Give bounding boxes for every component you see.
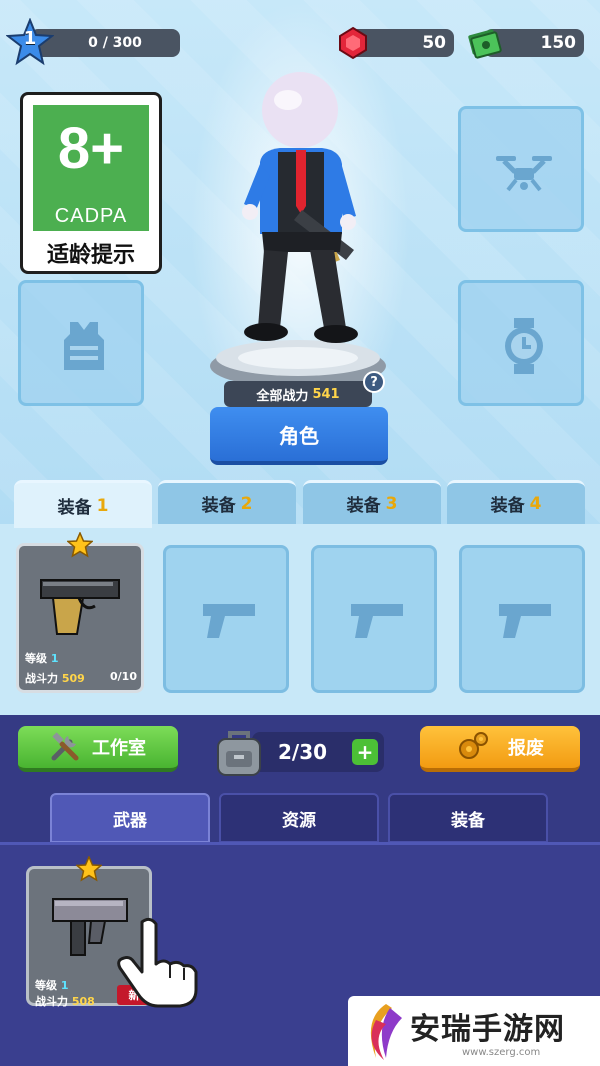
watermark-title: 安瑞手游网: [410, 1012, 565, 1047]
level-value: 1: [60, 979, 69, 992]
power-value: 508: [71, 995, 95, 1008]
tab-equipment[interactable]: 装备: [388, 793, 548, 843]
power-value: 509: [61, 672, 85, 685]
tab-loadout-1[interactable]: 装备 1: [14, 480, 152, 528]
tab-number: 3: [385, 493, 398, 514]
tab-loadout-4[interactable]: 装备 4: [447, 480, 585, 524]
cash-icon: [468, 29, 502, 59]
watermark-logo-icon: [370, 1004, 402, 1060]
backpack-icon: [217, 731, 261, 776]
gears-icon: [459, 732, 488, 759]
scrap-button[interactable]: 报废: [420, 726, 580, 772]
capacity-text: 2/30: [278, 740, 328, 764]
watermark: 安瑞手游网 www.szerg.com: [348, 996, 600, 1066]
vest-icon: [64, 322, 104, 370]
tab-label: 装备: [57, 498, 92, 518]
watermark-url: www.szerg.com: [462, 1047, 541, 1058]
pistol-icon: [40, 579, 120, 635]
empty-weapon-slot[interactable]: [311, 545, 437, 693]
workshop-label: 工作室: [92, 738, 146, 759]
tab-weapons[interactable]: 武器: [50, 793, 210, 843]
tab-label: 装备: [201, 496, 236, 516]
role-button[interactable]: 角色: [210, 407, 388, 465]
tab-number: 1: [96, 495, 109, 516]
drone-slot[interactable]: [458, 106, 584, 232]
tab-loadout-2[interactable]: 装备 2: [158, 480, 296, 524]
gem-icon: [339, 26, 367, 60]
age-rating-badge: 8+ CADPA 适龄提示: [20, 92, 162, 274]
level-value: 1: [50, 652, 59, 665]
weapon-level: 等级 1: [25, 650, 59, 666]
age-rating-tip: 适龄提示: [46, 243, 135, 268]
weapon-power: 战斗力 509: [25, 670, 85, 686]
tab-underline: [0, 842, 600, 845]
drone-icon: [496, 156, 552, 192]
help-icon[interactable]: ?: [363, 371, 385, 393]
level-label: 等级: [25, 652, 47, 665]
tap-hand-icon: [117, 917, 198, 1008]
power-label: 战斗力: [25, 672, 58, 685]
tab-number: 2: [240, 493, 253, 514]
tab-label: 装备: [346, 496, 381, 516]
power-label: 战斗力: [35, 995, 68, 1008]
age-rating-number: 8+: [57, 116, 125, 181]
star-icon: [76, 856, 102, 882]
pistol-icon: [351, 604, 403, 638]
empty-weapon-slot[interactable]: [459, 545, 585, 693]
expand-capacity-button[interactable]: +: [352, 739, 378, 765]
workshop-button[interactable]: 工作室: [18, 726, 178, 772]
character-figure[interactable]: [232, 72, 372, 362]
vest-slot[interactable]: [18, 280, 144, 406]
age-rating-box: 8+ CADPA: [33, 105, 149, 231]
equipped-weapon-card[interactable]: 等级 1 战斗力 509 0/10: [16, 543, 144, 693]
xp-text: 0 / 300: [88, 35, 142, 51]
total-power-label: 全部战力: [256, 388, 309, 404]
tools-icon: [51, 732, 79, 761]
level-number: 1: [23, 28, 37, 49]
scrap-label: 报废: [508, 738, 544, 759]
tab-resources[interactable]: 资源: [219, 793, 379, 843]
tab-label: 装备: [490, 496, 525, 516]
level-label: 等级: [35, 979, 57, 992]
age-rating-org: CADPA: [54, 205, 128, 227]
pistol-icon: [203, 604, 255, 638]
total-power-value: 541: [312, 386, 340, 402]
empty-weapon-slot[interactable]: [163, 545, 289, 693]
gem-count: 50: [422, 33, 446, 53]
weapon-level: 等级 1: [35, 977, 69, 993]
tab-number: 4: [529, 493, 542, 514]
star-icon: [67, 532, 93, 558]
weapon-power: 战斗力 508: [35, 993, 95, 1009]
tab-loadout-3[interactable]: 装备 3: [303, 480, 441, 524]
cash-count: 150: [540, 33, 577, 53]
weapon-upgrade-count: 0/10: [110, 670, 137, 683]
total-power: 全部战力 541: [224, 381, 372, 407]
watch-icon: [505, 318, 543, 374]
watch-slot[interactable]: [458, 280, 584, 406]
pistol-icon: [499, 604, 551, 638]
